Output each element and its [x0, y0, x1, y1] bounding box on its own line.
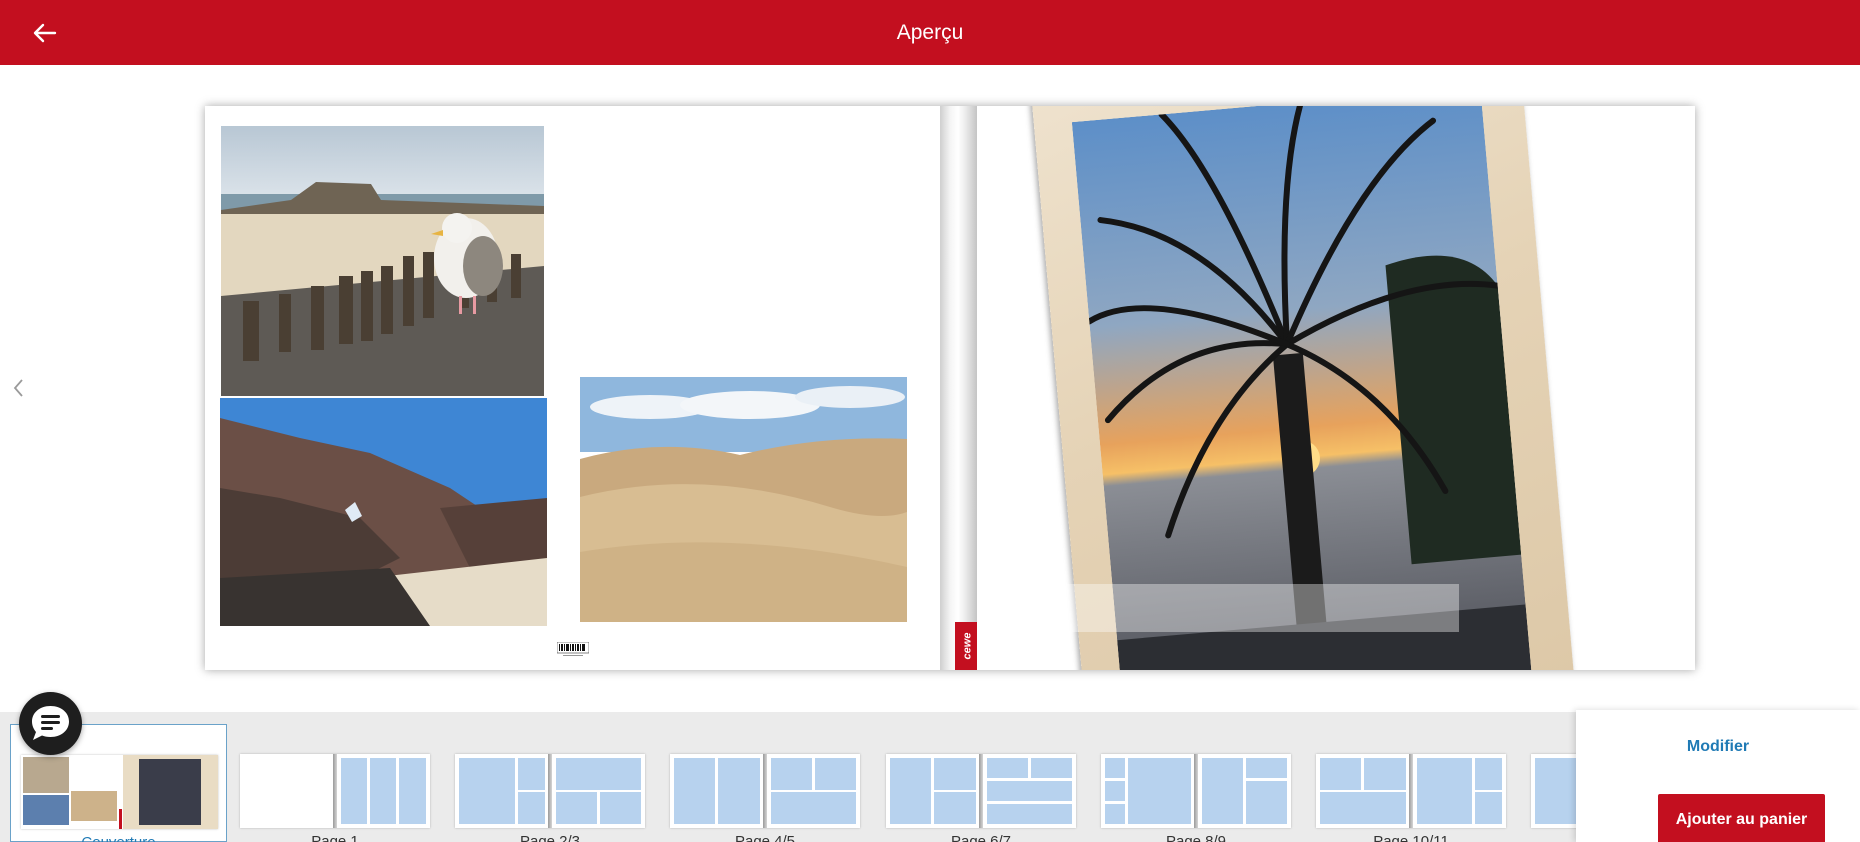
thumb-page-1-image [240, 754, 430, 828]
modify-link[interactable]: Modifier [1576, 738, 1860, 756]
photo-rocky-cove[interactable] [220, 398, 547, 626]
thumb-page-2-3[interactable]: Page 2/3 [455, 724, 645, 842]
thumb-page-6-7[interactable]: Page 6/7 [886, 724, 1076, 842]
thumb-page-10-11[interactable]: Page 10/11 [1316, 724, 1506, 842]
thumb-page-1[interactable]: Page 1 [240, 724, 430, 842]
chat-bubble-icon [32, 706, 69, 740]
thumb-page-2-3-image [455, 754, 645, 828]
book-spine: cewe [940, 106, 979, 670]
barcode-icon [556, 641, 590, 658]
top-bar: Aperçu [0, 0, 1860, 65]
thumb-label: Page 6/7 [950, 833, 1012, 842]
action-panel: Modifier Ajouter au panier [1576, 710, 1860, 842]
cewe-logo: cewe [955, 622, 979, 670]
chevron-left-icon [13, 379, 23, 397]
thumb-page-8-9[interactable]: Page 8/9 [1101, 724, 1291, 842]
thumb-couverture-image [21, 755, 218, 829]
thumb-label: Page 8/9 [1165, 833, 1227, 842]
back-cover-page [205, 106, 940, 670]
add-to-cart-button[interactable]: Ajouter au panier [1658, 794, 1825, 842]
thumb-label: Page 1 [311, 833, 359, 842]
thumb-page-10-11-image [1316, 754, 1506, 828]
thumb-label: Page 4/5 [734, 833, 796, 842]
chat-button[interactable] [19, 692, 82, 755]
cover-title-placeholder[interactable] [989, 584, 1459, 632]
thumb-page-6-7-image [886, 754, 1076, 828]
thumb-label: Page 2/3 [519, 833, 581, 842]
thumb-label: Couverture [11, 834, 226, 842]
thumb-page-4-5-image [670, 754, 860, 828]
front-cover-page [977, 106, 1695, 670]
thumb-page-4-5[interactable]: Page 4/5 [670, 724, 860, 842]
book-spread: cewe [205, 106, 1695, 670]
page-title: Aperçu [896, 21, 964, 44]
photo-desert-dunes[interactable] [580, 377, 907, 622]
thumb-label: Page 10/11 [1373, 833, 1449, 842]
thumb-page-8-9-image [1101, 754, 1291, 828]
photo-seagull-beach[interactable] [221, 126, 544, 396]
previous-page-button[interactable] [10, 377, 28, 399]
